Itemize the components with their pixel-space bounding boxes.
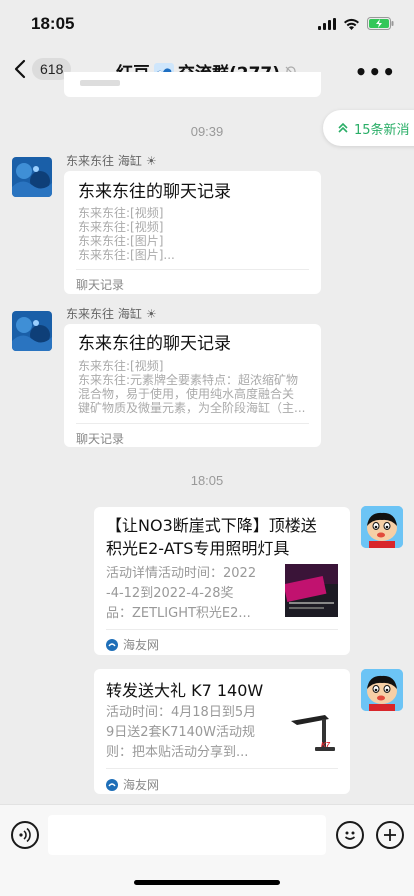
article-card[interactable]: 【让NO3断崖式下降】顶楼送 积光E2-ATS专用照明灯具 活动详情活动时间：2… [94,507,350,655]
emoji-icon [344,831,356,840]
article-title: 【让NO3断崖式下降】顶楼送 积光E2-ATS专用照明灯具 [106,514,342,560]
article-desc: 活动详情活动时间：2022 -4-12到2022-4-28奖 品：ZETLIGH… [106,564,278,624]
more-options-button[interactable]: ••• [355,60,396,84]
my-avatar[interactable] [361,506,403,548]
preview-line: 东来东往:元素牌全要素特点：超浓缩矿物 [78,373,299,387]
partial-message-card[interactable] [64,72,321,97]
voice-icon [19,827,31,843]
status-bar: 18:05 [0,0,414,48]
svg-text:K7: K7 [321,742,331,749]
status-time: 18:05 [31,14,75,33]
card-footer: 聊天记录 [76,432,125,446]
preview-line: 东来东往:[图片] [78,234,164,248]
article-desc-line: 9日送2套K7140W活动规 [106,725,256,740]
sender-name: 东来东往 海缸 ☀ [66,305,157,322]
source-logo-icon [106,638,118,651]
sender-name-text: 东来东往 海缸 [66,307,142,321]
article-source-name: 海友网 [123,778,160,792]
article-title-line: 【让NO3断崖式下降】顶楼送 [106,516,317,535]
card-preview: 东来东往:[视频] 东来东往:[视频] 东来东往:[图片] 东来东往:[图片].… [78,206,310,262]
article-desc: 活动时间：4月18日到5月 9日送2套K7140W活动规 则：把本贴活动分享到.… [106,703,278,763]
wifi-icon [344,18,359,30]
my-avatar[interactable] [361,669,403,711]
article-title-line: 积光E2-ATS专用照明灯具 [106,539,290,558]
card-title: 东来东往的聊天记录 [78,334,231,354]
sun-emoji-icon: ☀ [145,306,157,321]
article-desc-line: 活动时间：4月18日到5月 [106,705,257,720]
timestamp: 18:05 [190,473,224,488]
card-title: 东来东往的聊天记录 [78,182,231,202]
status-icons [318,17,394,30]
source-logo-icon [106,778,118,791]
article-source: 海友网 [106,636,159,653]
card-footer: 聊天记录 [76,278,125,292]
timestamp: 09:39 [190,124,224,139]
sender-name-text: 东来东往 海缸 [66,154,142,168]
sender-name: 东来东往 海缸 ☀ [66,152,157,169]
signal-icon [318,17,336,30]
preview-line: 键矿物质及微量元素，为全阶段海缸（主... [78,401,306,415]
preview-line: 东来东往:[视频] [78,220,164,234]
add-button[interactable] [376,821,404,849]
article-source: 海友网 [106,776,159,793]
article-source-name: 海友网 [123,638,160,652]
plus-icon [384,829,396,841]
article-thumbnail [285,564,338,617]
preview-line: 东来东往:[图片]... [78,248,175,262]
preview-line: 混合物，易于使用，使用纯水高度融合关 [78,387,295,401]
card-divider [106,629,338,630]
message-input[interactable] [48,815,326,855]
article-desc-line: 则：把本贴活动分享到... [106,745,249,760]
article-title: 转发送大礼 K7 140W [106,681,264,700]
partial-card-text [80,80,120,86]
preview-line: 东来东往:[视频] [78,206,164,220]
sun-emoji-icon: ☀ [145,153,157,168]
chat-history-card[interactable]: 东来东往的聊天记录 东来东往:[视频] 东来东往:元素牌全要素特点：超浓缩矿物 … [64,324,321,447]
article-desc-line: 活动详情活动时间：2022 [106,566,257,581]
avatar[interactable] [12,157,52,197]
article-desc-line: 品：ZETLIGHT积光E2... [106,606,251,621]
card-divider [106,768,338,769]
battery-charging-icon [367,17,394,30]
card-divider [76,269,309,270]
card-preview: 东来东往:[视频] 东来东往:元素牌全要素特点：超浓缩矿物 混合物，易于使用，使… [78,359,310,415]
article-card[interactable]: 转发送大礼 K7 140W 活动时间：4月18日到5月 9日送2套K7140W活… [94,669,350,794]
article-desc-line: -4-12到2022-4-28奖 [106,586,234,601]
voice-button[interactable] [11,821,39,849]
chat-history-card[interactable]: 东来东往的聊天记录 东来东往:[视频] 东来东往:[视频] 东来东往:[图片] … [64,171,321,294]
avatar[interactable] [12,311,52,351]
card-divider [76,423,309,424]
home-indicator [134,880,280,885]
article-thumbnail: K7 [285,707,338,760]
preview-line: 东来东往:[视频] [78,359,164,373]
emoji-button[interactable] [336,821,364,849]
